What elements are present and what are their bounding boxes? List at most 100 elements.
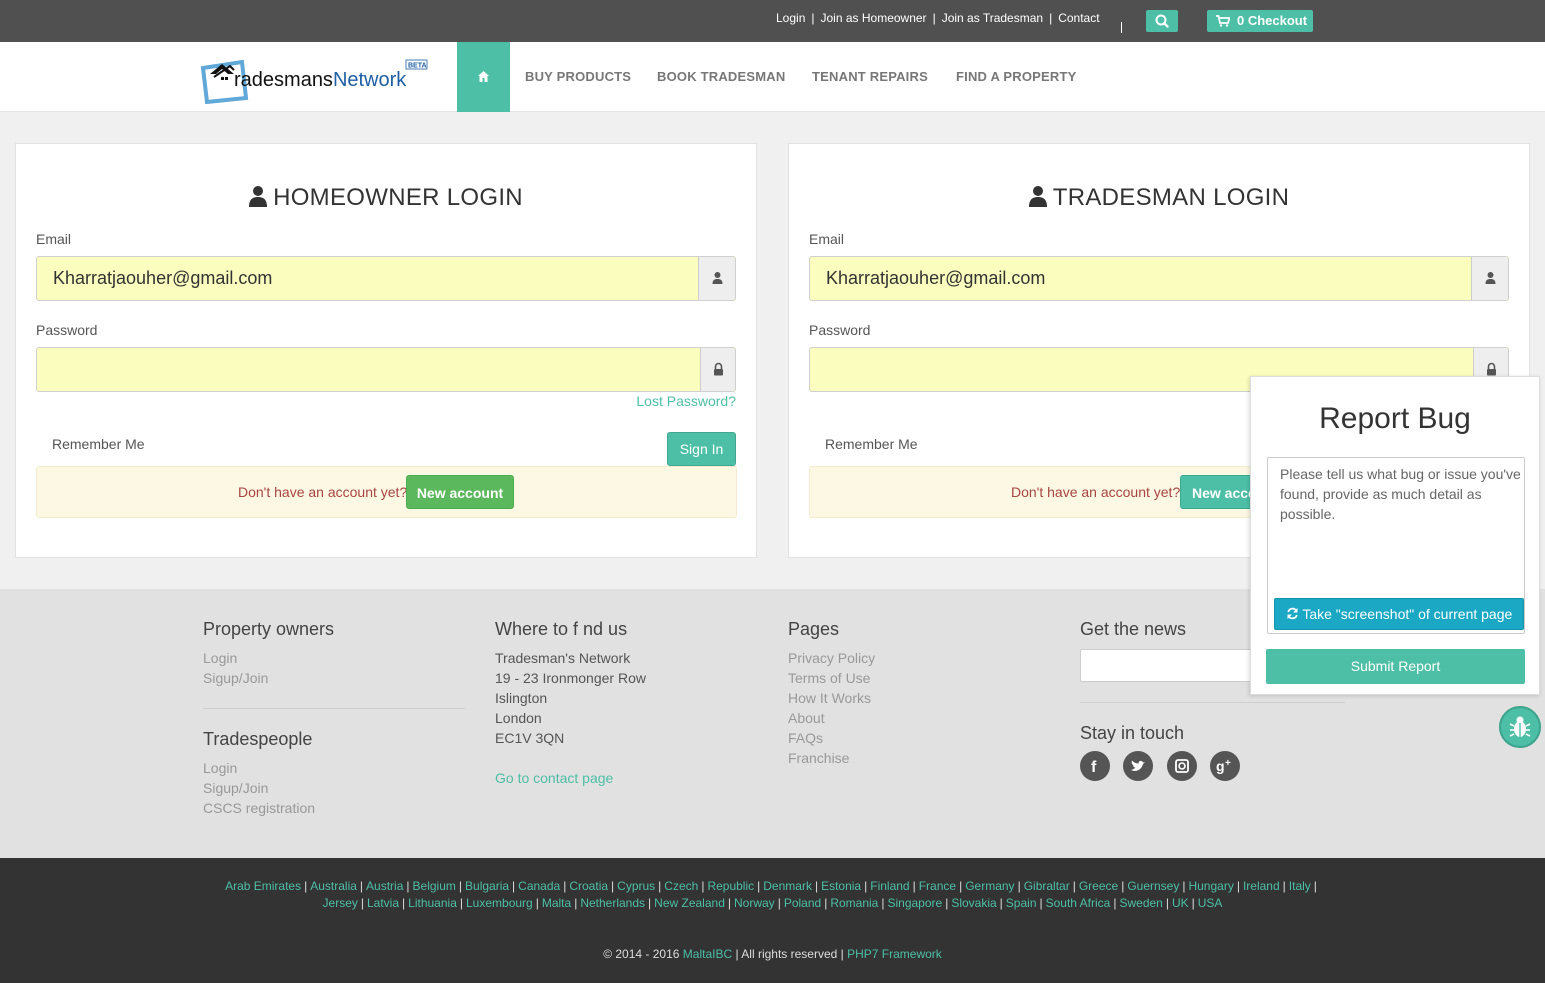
country-separator: | (727, 896, 731, 910)
country-link[interactable]: New Zealand (654, 896, 725, 910)
country-link[interactable]: Hungary (1188, 879, 1233, 893)
footer-how-link[interactable]: How It Works (788, 690, 871, 706)
country-link[interactable]: Luxembourg (466, 896, 533, 910)
country-link[interactable]: Republic (707, 879, 754, 893)
country-link[interactable]: Romania (830, 896, 878, 910)
twitter-button[interactable] (1123, 751, 1153, 781)
footer-tp-login[interactable]: Login (203, 760, 237, 776)
facebook-button[interactable]: f (1080, 751, 1110, 781)
nav-find-property[interactable]: FIND A PROPERTY (956, 69, 1077, 84)
join-tradesman-link[interactable]: Join as Tradesman (942, 11, 1043, 25)
footer-stay-title: Stay in touch (1080, 723, 1185, 743)
country-separator: | (1017, 879, 1021, 893)
submit-report-button[interactable]: Submit Report (1266, 649, 1525, 684)
bug-icon (1509, 716, 1531, 737)
contact-link[interactable]: Contact (1058, 11, 1099, 25)
checkout-button[interactable]: 0 Checkout (1207, 10, 1313, 32)
country-separator: | (1313, 879, 1317, 893)
footer-tp-signup[interactable]: Sigup/Join (203, 780, 268, 796)
homeowner-email-field[interactable]: Kharratjaouher@gmail.com (36, 256, 736, 301)
nav-book-tradesman[interactable]: BOOK TRADESMAN (657, 69, 785, 84)
country-separator: | (1236, 879, 1240, 893)
instagram-button[interactable] (1167, 751, 1197, 781)
country-link[interactable]: Norway (734, 896, 775, 910)
country-link[interactable]: France (919, 879, 956, 893)
country-link[interactable]: Greece (1079, 879, 1118, 893)
country-link[interactable]: Italy (1289, 879, 1311, 893)
country-separator: | (648, 896, 652, 910)
country-separator: | (1165, 896, 1169, 910)
footer-po-login[interactable]: Login (203, 650, 237, 666)
footer-po-signup[interactable]: Sigup/Join (203, 670, 268, 686)
country-link[interactable]: Gibraltar (1024, 879, 1070, 893)
country-link[interactable]: South Africa (1046, 896, 1111, 910)
search-button[interactable] (1146, 10, 1178, 32)
country-link[interactable]: Malta (542, 896, 571, 910)
country-link[interactable]: Guernsey (1127, 879, 1179, 893)
country-link[interactable]: Finland (870, 879, 909, 893)
country-link[interactable]: Singapore (887, 896, 942, 910)
newsletter-email-input[interactable] (1080, 649, 1260, 682)
bug-report-toggle-button[interactable] (1499, 706, 1541, 748)
country-separator: | (959, 879, 963, 893)
checkout-label: 0 Checkout (1237, 13, 1308, 28)
country-link[interactable]: Belgium (413, 879, 456, 893)
nav-tenant-repairs[interactable]: TENANT REPAIRS (812, 69, 928, 84)
country-separator: | (777, 896, 781, 910)
country-link[interactable]: Spain (1006, 896, 1037, 910)
address-line: Tradesman's Network (495, 650, 631, 666)
country-link[interactable]: Slovakia (951, 896, 996, 910)
country-link[interactable]: Canada (518, 879, 560, 893)
country-link[interactable]: Austria (366, 879, 403, 893)
copyright: © 2014 - 2016 MaltaIBC | All rights rese… (603, 947, 942, 961)
footer-privacy-link[interactable]: Privacy Policy (788, 650, 875, 666)
nav-home-tab[interactable] (457, 42, 510, 112)
join-homeowner-link[interactable]: Join as Homeowner (821, 11, 927, 25)
country-link[interactable]: Denmark (763, 879, 812, 893)
country-link[interactable]: UK (1172, 896, 1189, 910)
country-link[interactable]: Germany (965, 879, 1014, 893)
top-bar: Login | Join as Homeowner | Join as Tradesma… (0, 0, 1545, 42)
country-link[interactable]: Poland (784, 896, 821, 910)
contact-page-link[interactable]: Go to contact page (495, 770, 613, 786)
country-link[interactable]: Czech (664, 879, 698, 893)
footer-terms-link[interactable]: Terms of Use (788, 670, 870, 686)
country-link[interactable]: Cyprus (617, 879, 655, 893)
top-links: Login | Join as Homeowner | Join as Tradesma… (776, 11, 1100, 25)
country-link[interactable]: Ireland (1243, 879, 1280, 893)
lock-icon (714, 362, 723, 376)
address-line: 19 - 23 Ironmonger Row (495, 670, 646, 686)
take-screenshot-button[interactable]: Take "screenshot" of current page (1274, 598, 1524, 630)
tradesman-password-label: Password (809, 322, 871, 338)
footer-faqs-link[interactable]: FAQs (788, 730, 823, 746)
country-link[interactable]: Netherlands (580, 896, 645, 910)
country-link[interactable]: Jersey (323, 896, 358, 910)
country-link[interactable]: Lithuania (408, 896, 457, 910)
country-link[interactable]: USA (1198, 896, 1223, 910)
footer-franchise-link[interactable]: Franchise (788, 750, 849, 766)
tradesman-email-field[interactable]: Kharratjaouher@gmail.com (809, 256, 1509, 301)
homeowner-new-account-button[interactable]: New account (406, 475, 514, 509)
company-link[interactable]: MaltaIBC (683, 947, 732, 961)
framework-link[interactable]: PHP7 Framework (847, 947, 942, 961)
footer-about-link[interactable]: About (788, 710, 825, 726)
googleplus-button[interactable]: g + (1210, 751, 1240, 781)
country-link[interactable]: Australia (310, 879, 357, 893)
lost-password-link[interactable]: Lost Password? (636, 393, 736, 409)
country-link[interactable]: Latvia (367, 896, 399, 910)
tradesman-remember-me[interactable]: Remember Me (825, 436, 918, 452)
site-logo[interactable]: radesmansNetwork BETA (200, 52, 430, 105)
country-link[interactable]: Sweden (1119, 896, 1162, 910)
homeowner-signin-button[interactable]: Sign In (667, 432, 736, 466)
homeowner-password-field[interactable] (36, 347, 736, 392)
country-link[interactable]: Bulgaria (465, 879, 509, 893)
footer-tp-cscs[interactable]: CSCS registration (203, 800, 315, 816)
country-separator: | (999, 896, 1003, 910)
homeowner-remember-me[interactable]: Remember Me (52, 436, 145, 452)
country-link[interactable]: Croatia (569, 879, 608, 893)
country-link[interactable]: Estonia (821, 879, 861, 893)
countries-row-2: Jersey | Latvia | Lithuania | Luxembourg | Malta… (0, 896, 1545, 910)
country-link[interactable]: Arab Emirates (225, 879, 301, 893)
nav-buy-products[interactable]: BUY PRODUCTS (525, 69, 631, 84)
top-login-link[interactable]: Login (776, 11, 805, 25)
